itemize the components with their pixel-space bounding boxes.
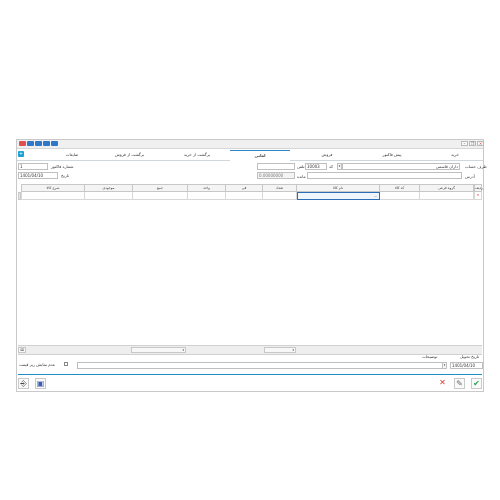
tab-consignment[interactable]: امانی — [230, 150, 290, 161]
tab-purchase-return[interactable]: برگشت از خرید — [167, 150, 227, 160]
date-field[interactable]: 1401/04/10 — [18, 172, 58, 179]
totals-bar: ⌧ ▾ ▾ — [18, 345, 482, 355]
delivery-date-field[interactable]: 1401/04/10 — [450, 362, 483, 369]
invoice-number-field[interactable]: 1 — [18, 163, 48, 170]
tab-sales-return[interactable]: برگشت از فروش — [97, 150, 162, 160]
cell-item-name[interactable]: ... — [297, 192, 380, 200]
date-label: تاریخ — [61, 173, 69, 178]
col-stock: موجودی — [85, 184, 133, 192]
delivery-date-label: تاریخ تحویل — [460, 354, 480, 359]
totals-dropdown-1[interactable]: ▾ — [131, 347, 186, 353]
notes-label: توضیحات — [422, 354, 438, 359]
tab-proforma[interactable]: پیش فاکتور — [362, 150, 422, 160]
totals-dropdown-2[interactable]: ▾ — [264, 347, 296, 353]
hide-price-checkbox[interactable] — [64, 362, 68, 366]
app-blue-icon-4[interactable] — [51, 141, 58, 146]
col-quantity: تعداد — [263, 184, 297, 192]
code-label: کد — [329, 164, 334, 169]
cell-item-code[interactable] — [380, 192, 420, 200]
notes-field[interactable] — [77, 362, 447, 369]
party-field[interactable]: داران قاسمی — [342, 163, 460, 170]
address-field[interactable] — [307, 172, 462, 179]
col-item-code: کد کالا — [380, 184, 420, 192]
code-field[interactable]: 10003 — [305, 163, 327, 170]
address-label: آدرس — [465, 174, 475, 179]
close-x-icon[interactable]: ✕ — [437, 378, 448, 389]
accent-divider — [18, 374, 482, 375]
app-blue-icon-3[interactable] — [43, 141, 50, 146]
col-description: شرح کالا — [21, 184, 85, 192]
phone-label: تلفن — [297, 164, 305, 169]
invoice-number-label: شماره فاکتور — [51, 164, 74, 169]
col-unit-price: فی — [226, 184, 263, 192]
party-label: طرف حساب — [465, 164, 487, 169]
col-total: جمع — [133, 184, 188, 192]
minimize-icon[interactable]: – — [461, 141, 468, 146]
cell-quantity[interactable] — [263, 192, 297, 200]
export-icon[interactable]: ⌧ — [18, 347, 26, 353]
delete-row-icon[interactable]: × — [474, 192, 482, 200]
tab-sales[interactable]: فروش — [297, 150, 357, 160]
close-window-icon[interactable]: × — [477, 141, 484, 146]
app-blue-icon-1[interactable] — [27, 141, 34, 146]
items-grid: ردیف گروه فرعی کد کالا نام کالا تعداد فی… — [18, 184, 483, 201]
tab-purchase[interactable]: خرید — [429, 150, 481, 160]
col-row: ردیف — [474, 184, 483, 192]
balance-field: 0.00000000 — [257, 172, 295, 179]
restore-icon[interactable]: ❐ — [469, 141, 476, 146]
invoice-window: – ❐ × + خرید پیش فاکتور فروش امانی برگشت… — [16, 139, 487, 392]
balance-label: مانده — [297, 174, 306, 179]
cell-unit[interactable] — [188, 192, 226, 200]
cell-subgroup[interactable] — [420, 192, 474, 200]
edit-icon[interactable]: ✎ — [454, 378, 465, 389]
col-item-name: نام کالا — [297, 184, 380, 192]
col-unit: واحد — [188, 184, 226, 192]
cell-unit-price[interactable] — [226, 192, 263, 200]
cell-description[interactable] — [21, 192, 85, 200]
tab-waste[interactable]: ضایعات — [47, 150, 97, 160]
tab-strip: خرید پیش فاکتور فروش امانی برگشت از خرید… — [17, 150, 483, 161]
cell-stock[interactable] — [85, 192, 133, 200]
cell-total[interactable] — [133, 192, 188, 200]
app-blue-icon-2[interactable] — [35, 141, 42, 146]
party-dropdown-icon[interactable]: ▾ — [337, 163, 342, 170]
save-disk-icon[interactable]: ▣ — [35, 378, 46, 389]
col-subgroup: گروه فرعی — [420, 184, 474, 192]
exit-door-icon[interactable]: ⎆ — [18, 378, 29, 389]
notes-dropdown-icon[interactable]: ▾ — [442, 362, 447, 369]
app-red-icon[interactable] — [19, 141, 26, 146]
hide-price-label: عدم نمایش ریز قیمت — [19, 362, 56, 367]
confirm-check-icon[interactable]: ✔ — [471, 378, 482, 389]
title-bar: – ❐ × — [17, 140, 484, 149]
phone-field[interactable] — [257, 163, 295, 170]
